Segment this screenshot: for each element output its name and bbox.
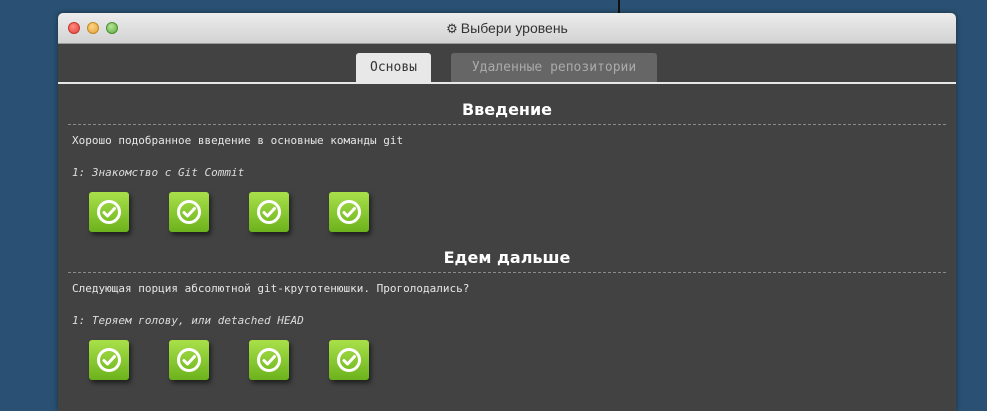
checkmark-icon	[177, 200, 201, 224]
section-description: Следующая порция абсолютной git-крутотен…	[72, 282, 470, 295]
section-title: Введение	[461, 100, 553, 119]
window-title: ⚙ Выбери уровень	[58, 13, 956, 43]
level-button-4[interactable]	[329, 340, 369, 380]
level-button-2[interactable]	[169, 340, 209, 380]
section-moving-on: Едем дальше Следующая порция абсолютной …	[58, 248, 956, 382]
section-description: Хорошо подобранное введение в основные к…	[72, 134, 404, 147]
level-button-3[interactable]	[249, 192, 289, 232]
section-introduction: Введение Хорошо подобранное введение в о…	[58, 100, 956, 234]
tab-remote-repositories[interactable]: Удаленные репозитории	[451, 53, 657, 82]
level-grid	[58, 192, 956, 234]
tab-basics[interactable]: Основы	[356, 53, 431, 82]
level-button-2[interactable]	[169, 192, 209, 232]
sublevel-name: 1: Знакомство с Git Commit	[72, 166, 245, 179]
section-divider	[68, 124, 946, 125]
checkmark-icon	[97, 348, 121, 372]
checkmark-icon	[97, 200, 121, 224]
level-button-3[interactable]	[249, 340, 289, 380]
window-title-text: Выбери уровень	[460, 20, 568, 36]
level-button-1[interactable]	[89, 340, 129, 380]
level-button-4[interactable]	[329, 192, 369, 232]
level-select-window: ⚙ Выбери уровень Основы Удаленные репозит…	[58, 13, 956, 411]
checkmark-icon	[257, 348, 281, 372]
sublevel-name: 1: Теряем голову, или detached HEAD	[72, 314, 304, 327]
checkmark-icon	[177, 348, 201, 372]
checkmark-icon	[337, 348, 361, 372]
checkmark-icon	[257, 200, 281, 224]
tab-bar: Основы Удаленные репозитории	[58, 44, 956, 84]
title-bar[interactable]: ⚙ Выбери уровень	[58, 13, 956, 44]
gear-icon: ⚙	[446, 21, 458, 36]
background-divider	[618, 0, 620, 14]
section-divider	[68, 272, 946, 273]
level-button-1[interactable]	[89, 192, 129, 232]
checkmark-icon	[337, 200, 361, 224]
section-title: Едем дальше	[443, 248, 571, 267]
level-grid	[58, 340, 956, 382]
